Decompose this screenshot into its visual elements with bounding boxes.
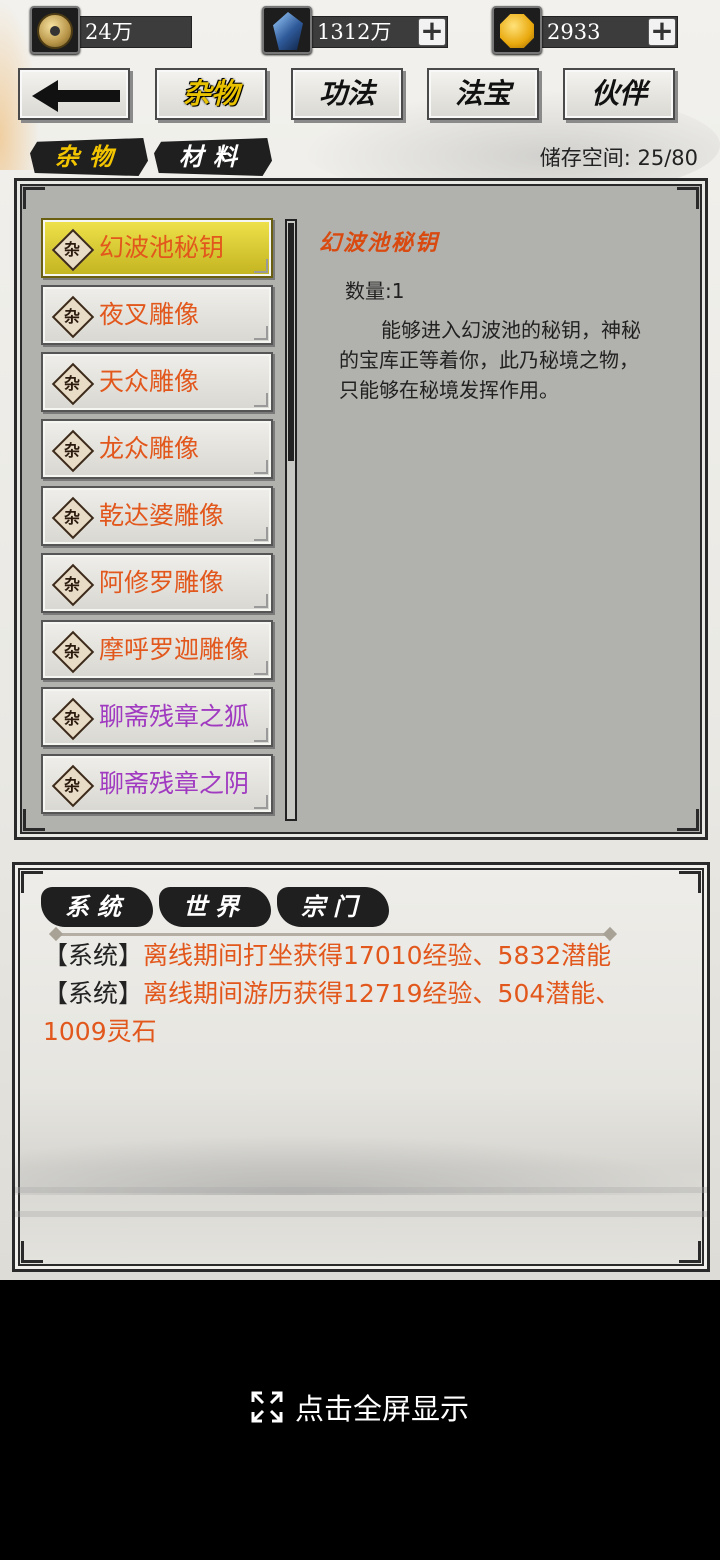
misc-badge-icon: 杂 <box>55 768 89 802</box>
coin-amount: 24万 <box>66 16 192 48</box>
chat-tab-system[interactable]: 系统 <box>41 887 153 927</box>
item-slot[interactable]: 杂 阿修罗雕像 <box>41 553 273 613</box>
item-quantity: 数量:1 <box>345 279 405 303</box>
misc-badge-icon: 杂 <box>55 634 89 668</box>
scrollbar-thumb[interactable] <box>288 223 294 461</box>
chat-channel-tag: 【系统】 <box>43 979 144 1008</box>
misc-badge-icon: 杂 <box>55 366 89 400</box>
corner-ornament <box>254 393 268 407</box>
storage-capacity: 储存空间: 25/80 <box>539 146 698 170</box>
misc-badge-icon: 杂 <box>55 299 89 333</box>
corner-ornament <box>21 1241 43 1263</box>
item-name: 乾达婆雕像 <box>99 501 225 530</box>
item-slot[interactable]: 杂 幻波池秘钥 <box>41 218 273 278</box>
chat-panel: 系统 世界 宗门 【系统】离线期间打坐获得17010经验、5832潜能 【系统】… <box>12 862 710 1272</box>
chat-message: 【系统】离线期间游历获得12719经验、504潜能、1009灵石 <box>43 975 683 1051</box>
item-detail-title: 幻波池秘钥 <box>319 230 440 256</box>
item-name: 幻波池秘钥 <box>99 233 225 262</box>
corner-ornament <box>679 871 701 893</box>
item-slot[interactable]: 杂 天众雕像 <box>41 352 273 412</box>
chat-divider <box>55 933 611 936</box>
fullscreen-label: 点击全屏显示 <box>294 1392 469 1426</box>
corner-ornament <box>677 809 699 831</box>
inventory-panel: 杂 幻波池秘钥 杂 夜叉雕像 杂 天众雕像 杂 龙众雕像 杂 乾达婆雕像 杂 阿… <box>14 178 708 840</box>
coin-counter: 24万 <box>30 6 192 54</box>
corner-ornament <box>23 187 45 209</box>
subtab-materials[interactable]: 材料 <box>154 138 272 176</box>
corner-ornament <box>21 871 43 893</box>
misc-badge-icon: 杂 <box>55 500 89 534</box>
mist-decoration <box>15 1211 707 1217</box>
ink-mountain-decoration <box>15 1135 707 1195</box>
game-screen: 24万 1312万 + 2933 + 杂物 功法 法宝 伙伴 杂物 材料 储存空… <box>0 0 720 1280</box>
tab-treasures[interactable]: 法宝 <box>427 68 539 120</box>
expand-icon <box>251 1391 283 1423</box>
item-list-scrollbar[interactable] <box>285 219 297 821</box>
corner-ornament <box>254 460 268 474</box>
chat-message: 【系统】离线期间打坐获得17010经验、5832潜能 <box>43 937 683 975</box>
item-slot[interactable]: 杂 聊斋残章之阴 <box>41 754 273 814</box>
chat-message-text: 离线期间打坐获得17010经验、5832潜能 <box>143 941 612 970</box>
corner-ornament <box>254 795 268 809</box>
tab-misc[interactable]: 杂物 <box>155 68 267 120</box>
item-slot[interactable]: 杂 乾达婆雕像 <box>41 486 273 546</box>
subtab-misc[interactable]: 杂物 <box>30 138 148 176</box>
tab-companions[interactable]: 伙伴 <box>563 68 675 120</box>
item-name: 夜叉雕像 <box>99 300 200 329</box>
chat-messages: 【系统】离线期间打坐获得17010经验、5832潜能 【系统】离线期间游历获得1… <box>43 937 683 1051</box>
corner-ornament <box>677 187 699 209</box>
item-description: 能够进入幻波池的秘钥，神秘的宝库正等着你，此乃秘境之物，只能够在秘境发挥作用。 <box>339 318 641 402</box>
corner-ornament <box>254 326 268 340</box>
corner-ornament <box>254 728 268 742</box>
misc-badge-icon: 杂 <box>55 701 89 735</box>
corner-ornament <box>679 1241 701 1263</box>
mist-decoration <box>15 1187 707 1193</box>
item-name: 聊斋残章之狐 <box>99 702 250 731</box>
blue-crystal-icon <box>262 6 312 54</box>
gold-gem-icon <box>492 6 542 54</box>
chat-tab-world[interactable]: 世界 <box>159 887 271 927</box>
item-name: 龙众雕像 <box>99 434 200 463</box>
gem-counter: 2933 + <box>492 6 682 54</box>
chat-channel-tag: 【系统】 <box>43 941 144 970</box>
yinyang-coin-icon <box>30 6 80 54</box>
crystal-counter: 1312万 + <box>262 6 452 54</box>
item-name: 天众雕像 <box>99 367 200 396</box>
item-slot[interactable]: 杂 摩呼罗迦雕像 <box>41 620 273 680</box>
misc-badge-icon: 杂 <box>55 433 89 467</box>
item-name: 聊斋残章之阴 <box>99 769 250 798</box>
fullscreen-prompt[interactable]: 点击全屏显示 <box>0 1386 720 1428</box>
misc-badge-icon: 杂 <box>55 232 89 266</box>
item-slot[interactable]: 杂 龙众雕像 <box>41 419 273 479</box>
corner-ornament <box>254 527 268 541</box>
back-button[interactable] <box>18 68 130 120</box>
add-crystal-button[interactable]: + <box>418 17 446 46</box>
item-slot[interactable]: 杂 夜叉雕像 <box>41 285 273 345</box>
item-name: 摩呼罗迦雕像 <box>99 635 250 664</box>
add-gem-button[interactable]: + <box>648 17 676 46</box>
item-name: 阿修罗雕像 <box>99 568 225 597</box>
corner-ornament <box>254 594 268 608</box>
item-slot[interactable]: 杂 聊斋残章之狐 <box>41 687 273 747</box>
corner-ornament <box>254 259 268 273</box>
back-arrow-icon <box>32 80 120 112</box>
chat-tab-sect[interactable]: 宗门 <box>277 887 389 927</box>
tab-techniques[interactable]: 功法 <box>291 68 403 120</box>
corner-ornament <box>254 661 268 675</box>
misc-badge-icon: 杂 <box>55 567 89 601</box>
